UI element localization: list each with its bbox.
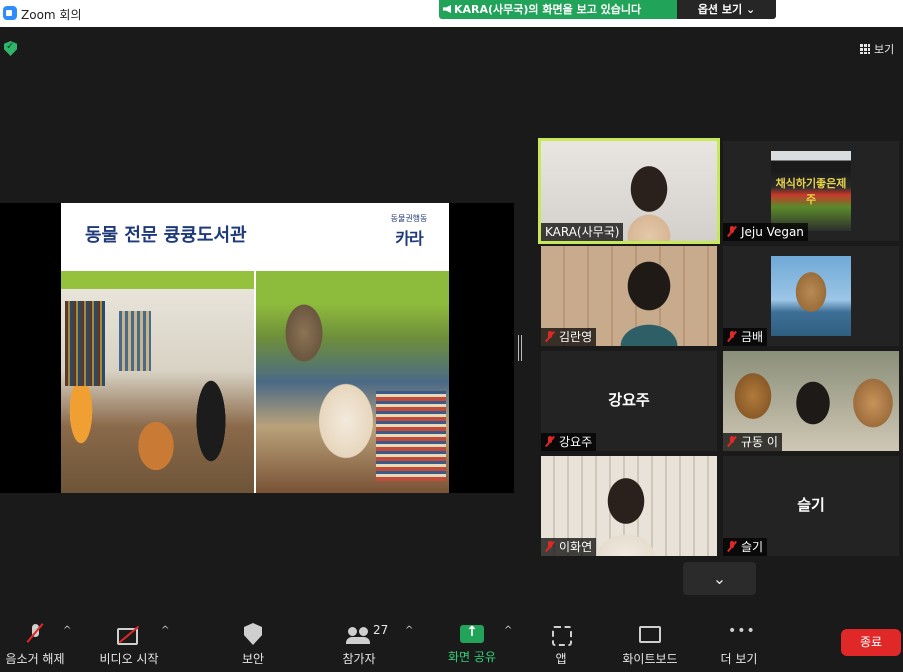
view-button[interactable]: 보기	[860, 41, 894, 57]
unmute-button[interactable]: 음소거 해제	[2, 623, 68, 667]
whiteboard-button[interactable]: 화이트보드	[617, 623, 683, 667]
profile-picture	[771, 151, 851, 231]
participant-name-tag: 금배	[723, 328, 768, 346]
participant-tile[interactable]: 슬기 슬기	[723, 456, 899, 556]
participant-tile[interactable]: 규동 이	[723, 351, 899, 451]
zoom-logo-icon	[3, 6, 17, 20]
mic-muted-icon	[545, 331, 555, 342]
participant-name-tag: 규동 이	[723, 433, 782, 451]
participant-name-tag: 김란영	[541, 328, 597, 346]
participant-avatar-name: 강요주	[608, 391, 650, 409]
participant-name-tag: 이화연	[541, 538, 597, 556]
start-video-button[interactable]: 비디오 시작	[95, 623, 163, 667]
presentation-slide: 동물 전문 큥큥도서관 동물권행동 카라	[61, 203, 449, 493]
participant-tile[interactable]: Jeju Vegan	[723, 141, 899, 241]
share-banner-text: KARA(사무국)의 화면을 보고 있습니다	[454, 3, 642, 16]
profile-picture	[771, 256, 851, 336]
participant-name-tag: 슬기	[723, 538, 768, 556]
mic-muted-icon	[727, 331, 737, 342]
resize-handle[interactable]	[518, 335, 522, 361]
more-button[interactable]: 더 보기	[716, 623, 762, 667]
library-photo	[61, 271, 254, 493]
chevron-up-icon: ^	[405, 625, 414, 636]
mic-muted-icon	[727, 541, 737, 552]
participant-name-tag: 강요주	[541, 433, 597, 451]
mic-muted-icon	[545, 541, 555, 552]
apps-button[interactable]: 앱	[550, 623, 572, 667]
grid-icon	[860, 44, 870, 54]
participant-tile[interactable]: 강요주 강요주	[541, 351, 717, 451]
whiteboard-icon	[639, 623, 661, 645]
participant-tile[interactable]: 김란영	[541, 246, 717, 346]
chevron-down-icon: ⌄	[712, 569, 727, 588]
chevron-down-icon: ⌄	[745, 3, 756, 16]
share-screen-icon	[460, 624, 484, 643]
more-dots-icon	[728, 623, 756, 645]
meeting-toolbar: 음소거 해제 ^ 비디오 시작 ^ 보안 27 참가자 ^ 화면 공유 ^ 앱 …	[0, 617, 903, 672]
participant-name-tag: KARA(사무국)	[541, 223, 624, 241]
chevron-up-icon: ^	[63, 625, 72, 636]
chevron-up-icon: ^	[161, 625, 170, 636]
video-off-icon	[116, 623, 142, 645]
gallery-scroll-down-button[interactable]: ⌄	[683, 562, 756, 595]
kara-logo: 동물권행동 카라	[390, 214, 428, 248]
cats-photo	[256, 271, 449, 493]
participants-button[interactable]: 27 참가자	[336, 623, 388, 667]
view-options-button[interactable]: 옵션 보기 ⌄	[677, 0, 776, 19]
shared-screen: 동물 전문 큥큥도서관 동물권행동 카라	[0, 203, 514, 493]
chevron-up-icon: ^	[504, 625, 513, 636]
end-meeting-button[interactable]: 종료	[841, 629, 901, 656]
window-title: Zoom 회의	[21, 8, 82, 22]
participant-name-tag: Jeju Vegan	[723, 223, 808, 241]
mic-muted-icon	[727, 436, 737, 447]
slide-title: 동물 전문 큥큥도서관	[85, 225, 247, 246]
encryption-shield-icon[interactable]	[4, 41, 17, 56]
participant-tile[interactable]: 금배	[723, 246, 899, 346]
mic-muted-icon	[727, 226, 737, 237]
share-screen-button[interactable]: 화면 공유	[444, 623, 500, 665]
participants-icon: 27	[346, 623, 388, 645]
participant-avatar-name: 슬기	[797, 496, 825, 514]
participant-tile[interactable]: KARA(사무국)	[538, 138, 720, 244]
speaker-icon	[443, 5, 451, 13]
apps-icon	[552, 623, 572, 646]
security-button[interactable]: 보안	[235, 623, 271, 667]
meeting-main-area: 보기 동물 전문 큥큥도서관 동물권행동 카라 KARA(사무국) Jeju V…	[0, 27, 903, 617]
microphone-muted-icon	[29, 623, 41, 645]
participant-tile[interactable]: 이화연	[541, 456, 717, 556]
mic-muted-icon	[545, 436, 555, 447]
shield-icon	[244, 623, 262, 645]
screen-share-banner: KARA(사무국)의 화면을 보고 있습니다	[439, 0, 677, 19]
participants-count: 27	[373, 623, 389, 637]
